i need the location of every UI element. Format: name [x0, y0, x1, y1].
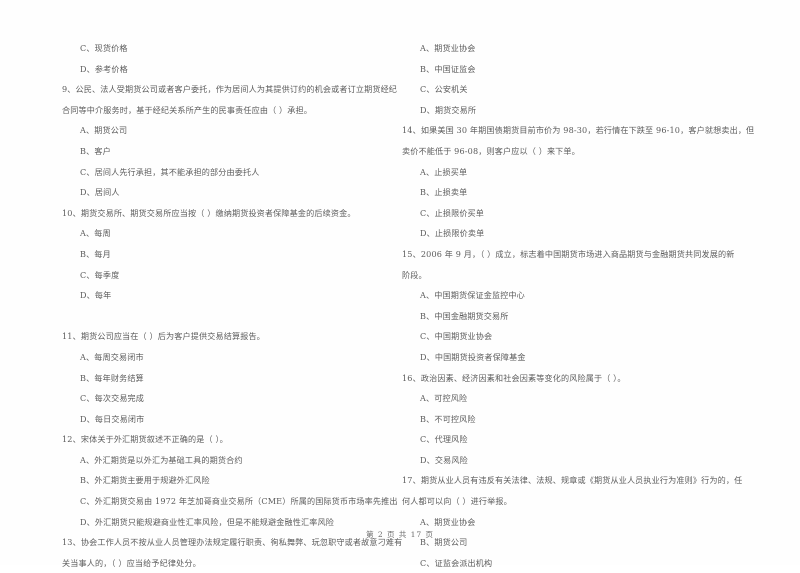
- question-stem-continuation: 合同等中介服务时，基于经纪关系所产生的民事责任应由（ ）承担。: [62, 104, 313, 115]
- answer-option: C、公安机关: [420, 84, 468, 95]
- answer-option: A、可控风险: [420, 393, 468, 404]
- question-stem: 10、期货交易所、期货交易所应当按（ ）缴纳期货投资者保障基金的后续资金。: [62, 207, 356, 218]
- answer-option: A、止损买单: [420, 166, 468, 177]
- answer-option: A、每周: [80, 228, 111, 239]
- answer-option: D、止损限价卖单: [420, 228, 485, 239]
- answer-option: D、居间人: [80, 187, 120, 198]
- answer-option: D、交易风险: [420, 454, 468, 465]
- question-stem-continuation: 何人都可以向（ ）进行举报。: [402, 496, 512, 507]
- answer-option: C、止损限价买单: [420, 207, 485, 218]
- answer-option: D、每年: [80, 290, 112, 301]
- question-stem-continuation: 关当事人的，（ ）应当给予纪律处分。: [62, 557, 201, 568]
- answer-option: C、每次交易完成: [80, 393, 145, 404]
- question-stem: 16、政治因素、经济因素和社会因素等变化的风险属于（ ）。: [402, 372, 626, 383]
- question-stem-continuation: 阶段。: [402, 269, 427, 280]
- question-stem: 14、如果美国 30 年期国债期货目前市价为 98-30，若行情在下跌至 96-…: [402, 125, 755, 136]
- question-stem: 15、2006 年 9 月，（ ）成立，标志着中国期货市场进入商品期货与金融期货…: [402, 248, 735, 259]
- question-stem-continuation: 卖价不能低于 96-08，则客户应以（ ）来下单。: [402, 145, 580, 156]
- answer-option: B、外汇期货主要用于规避外汇风险: [80, 475, 210, 486]
- answer-option: A、外汇期货是以外汇为基础工具的期货合约: [80, 454, 243, 465]
- answer-option: B、每年财务结算: [80, 372, 144, 383]
- answer-option: C、代理风险: [420, 434, 468, 445]
- question-stem: 11、期货公司应当在（ ）后为客户提供交易结算报告。: [62, 331, 265, 342]
- answer-option: D、期货交易所: [420, 104, 477, 115]
- answer-option: D、中国期货投资者保障基金: [420, 351, 526, 362]
- answer-option: A、期货公司: [80, 125, 128, 136]
- page-footer: 第 2 页 共 17 页: [366, 530, 434, 539]
- answer-option: D、参考价格: [80, 63, 128, 74]
- answer-option: B、止损卖单: [420, 187, 468, 198]
- answer-option: C、外汇期货交易由 1972 年芝加哥商业交易所（CME）所属的国际货币市场率先…: [80, 496, 398, 507]
- left-column: C、现货价格 D、参考价格 9、公民、法人受期货公司或者客户委托，作为居间人为其提供…: [62, 38, 402, 573]
- right-column: A、期货业协会 B、中国证监会 C、公安机关 D、期货交易所 14、如果美国 30 年期…: [402, 38, 760, 573]
- document-page: C、现货价格 D、参考价格 9、公民、法人受期货公司或者客户委托，作为居间人为其提供…: [0, 0, 800, 568]
- answer-option: A、期货业协会: [420, 43, 476, 53]
- answer-option: B、不可控风险: [420, 413, 476, 424]
- answer-option: A、每周交易闭市: [80, 351, 144, 362]
- answer-option: A、中国期货保证金监控中心: [420, 290, 525, 301]
- answer-option: B、每月: [80, 248, 111, 259]
- question-stem: 17、期货从业人员有违反有关法律、法规、规章或《期货从业人员执业行为准则》行为的…: [402, 475, 743, 486]
- answer-option: C、证监会派出机构: [420, 557, 493, 568]
- answer-option: C、现货价格: [80, 43, 128, 53]
- question-stem: 9、公民、法人受期货公司或者客户委托，作为居间人为其提供订约的机会或者订立期货经…: [62, 84, 398, 95]
- left-column-lines: C、现货价格 D、参考价格 9、公民、法人受期货公司或者客户委托，作为居间人为其提供…: [62, 38, 402, 573]
- answer-option: B、客户: [80, 145, 111, 156]
- answer-option: C、居间人先行承担，其不能承担的部分由委托人: [80, 166, 260, 177]
- answer-option: B、中国金融期货交易所: [420, 310, 509, 321]
- question-stem: 12、宋体关于外汇期货叙述不正确的是（ ）。: [62, 434, 228, 445]
- two-column-body: C、现货价格 D、参考价格 9、公民、法人受期货公司或者客户委托，作为居间人为其提供…: [0, 0, 800, 568]
- answer-option: B、中国证监会: [420, 63, 476, 74]
- answer-option: C、每季度: [80, 269, 120, 280]
- answer-option: C、中国期货业协会: [420, 331, 493, 342]
- right-column-lines: A、期货业协会 B、中国证监会 C、公安机关 D、期货交易所 14、如果美国 30 年期…: [402, 38, 760, 573]
- answer-option: D、每日交易闭市: [80, 413, 145, 424]
